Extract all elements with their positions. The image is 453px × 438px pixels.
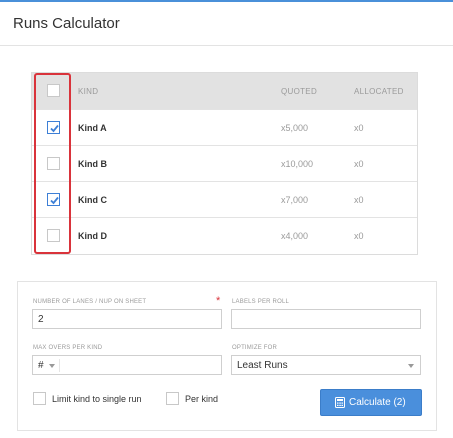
table-row: Kind A x5,000 x0 [32,109,417,145]
required-marker: * [216,295,221,307]
max-overs-label: MAX OVERS PER KIND [33,345,103,351]
calculate-button-label: Calculate (2) [349,397,406,408]
kind-name: Kind C [78,195,107,205]
labels-per-roll-label: LABELS PER ROLL [232,299,290,305]
chevron-down-icon [49,364,55,368]
per-kind-checkbox[interactable] [166,392,179,405]
optimize-for-value: Least Runs [237,360,288,371]
column-header-quoted: QUOTED [281,87,318,96]
allocated-value: x0 [354,195,364,205]
per-kind-label: Per kind [185,394,219,404]
quoted-value: x10,000 [281,159,314,169]
calculate-button[interactable]: Calculate (2) [320,389,422,416]
optimize-for-select[interactable]: Least Runs [231,355,421,375]
allocated-value: x0 [354,123,364,133]
quoted-value: x7,000 [281,195,309,205]
page-header: Runs Calculator [0,2,453,46]
kinds-table: KIND QUOTED ALLOCATED Kind A x5,000 x0 K… [31,72,418,255]
field-divider [59,359,60,372]
lanes-input[interactable] [32,309,222,329]
kind-name: Kind D [78,231,107,241]
table-row: Kind D x4,000 x0 [32,217,417,253]
quoted-value: x4,000 [281,231,309,241]
allocated-value: x0 [354,159,364,169]
page-title: Runs Calculator [13,15,120,32]
select-all-checkbox[interactable] [47,84,60,97]
kind-name: Kind A [78,123,107,133]
table-row: Kind B x10,000 x0 [32,145,417,181]
calculator-icon [335,397,345,408]
table-row: Kind C x7,000 x0 [32,181,417,217]
quoted-value: x5,000 [281,123,309,133]
lanes-label: NUMBER OF LANES / NUP ON SHEET [33,299,147,305]
checkmark-icon [50,196,59,205]
checkmark-icon [50,124,59,133]
limit-single-run-label: Limit kind to single run [52,394,142,404]
kind-name: Kind B [78,159,107,169]
row-checkbox-kind-a[interactable] [47,121,60,134]
column-header-allocated: ALLOCATED [354,87,404,96]
limit-single-run-checkbox[interactable] [33,392,46,405]
row-checkbox-kind-d[interactable] [47,229,60,242]
labels-per-roll-input[interactable] [231,309,421,329]
row-checkbox-kind-c[interactable] [47,193,60,206]
table-header: KIND QUOTED ALLOCATED [32,73,417,109]
column-header-kind: KIND [78,87,99,96]
max-overs-unit: # [38,360,44,371]
calculator-options-panel: NUMBER OF LANES / NUP ON SHEET * LABELS … [17,281,437,431]
max-overs-field[interactable]: # [32,355,222,375]
row-checkbox-kind-b[interactable] [47,157,60,170]
optimize-for-label: OPTIMIZE FOR [232,345,278,351]
chevron-down-icon [408,364,414,368]
allocated-value: x0 [354,231,364,241]
